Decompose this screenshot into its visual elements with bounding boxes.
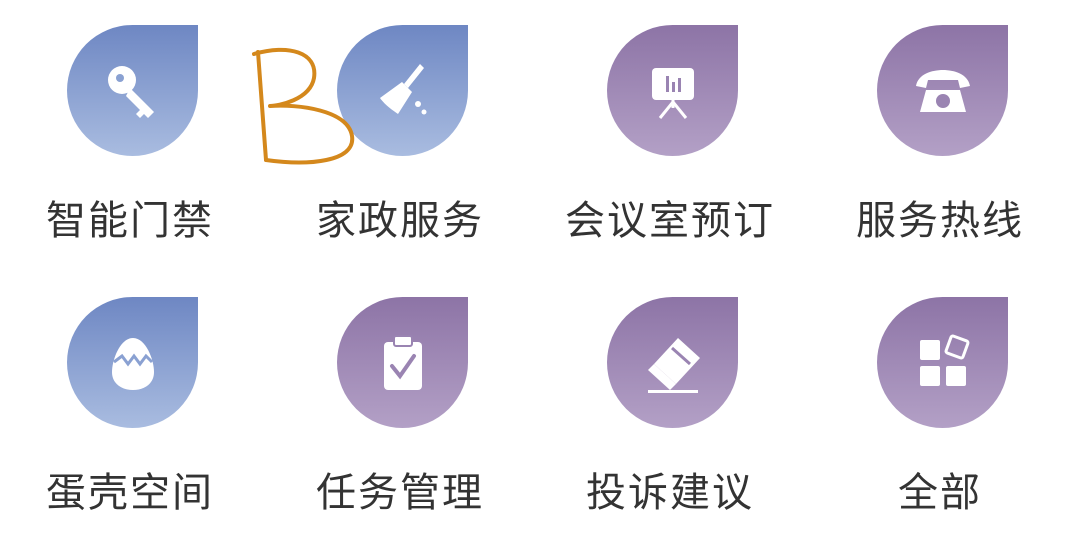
tile-label: 全部 (898, 470, 982, 516)
tile-icon-bg (67, 25, 198, 156)
broom-icon (379, 63, 426, 114)
tile-label: 投诉建议 (586, 470, 754, 516)
grid-apps-icon (919, 334, 969, 386)
tile-label: 家政服务 (316, 198, 484, 244)
tile-all[interactable]: 全部 (815, 272, 1065, 516)
tile-meeting-room[interactable]: 会议室预订 (545, 0, 795, 244)
tile-icon-bg (67, 297, 198, 428)
telephone-icon (915, 69, 970, 112)
tile-label: 会议室预订 (565, 198, 775, 244)
tile-task-management[interactable]: 任务管理 (275, 272, 525, 516)
tile-icon-bg (877, 25, 1008, 156)
tile-icon-bg (607, 297, 738, 428)
key-icon (107, 65, 154, 118)
tile-eggshell-space[interactable]: 蛋壳空间 (5, 272, 255, 516)
tile-icon-bg (607, 25, 738, 156)
presentation-board-icon (651, 67, 694, 119)
tile-smart-access[interactable]: 智能门禁 (5, 0, 255, 244)
cracked-egg-icon (111, 337, 154, 390)
tile-complaints-suggestions[interactable]: 投诉建议 (545, 272, 795, 516)
service-grid: 智能门禁 家政服务 会议室预订 服务热线 蛋壳空间 任务管理 投诉建议 全部 (0, 0, 1080, 550)
tile-label: 智能门禁 (46, 198, 214, 244)
tile-icon-bg (337, 297, 468, 428)
tile-label: 蛋壳空间 (46, 470, 214, 516)
tile-label: 任务管理 (316, 470, 484, 516)
handwritten-b-annotation (252, 47, 355, 165)
tile-service-hotline[interactable]: 服务热线 (815, 0, 1065, 244)
eraser-icon (647, 337, 700, 393)
tile-label: 服务热线 (856, 198, 1024, 244)
clipboard-check-icon (383, 334, 422, 390)
tile-icon-bg (877, 297, 1008, 428)
